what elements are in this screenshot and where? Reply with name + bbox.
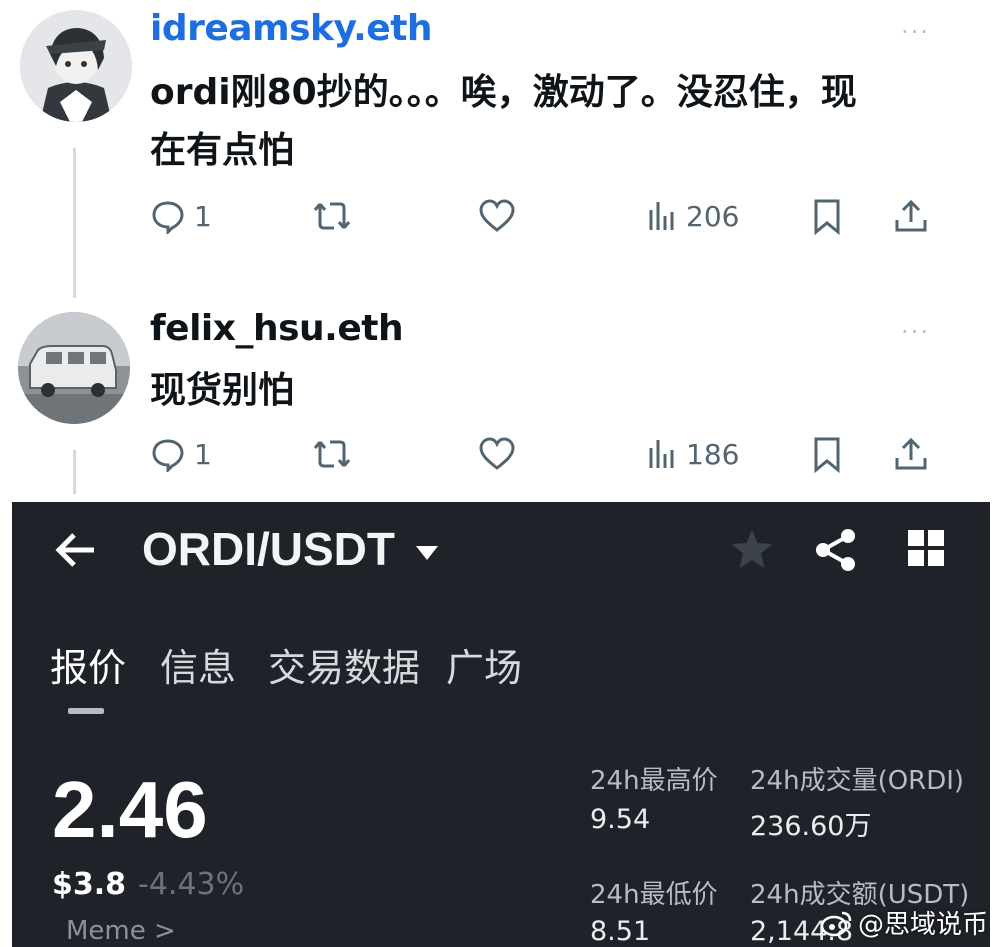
- caret-down-icon: [415, 545, 438, 560]
- vol-ordi-label: 24h成交量(ORDI): [750, 766, 965, 796]
- avatar[interactable]: [18, 312, 130, 424]
- tab-square[interactable]: 广场: [446, 637, 522, 692]
- active-tab-indicator: [68, 708, 104, 714]
- watermark-text: @思域说币: [857, 910, 988, 940]
- like-icon: [479, 437, 515, 470]
- views-icon: [649, 440, 674, 468]
- reply-button[interactable]: 1: [150, 198, 212, 234]
- reply-icon: [152, 201, 184, 234]
- retweet-button[interactable]: [312, 436, 352, 472]
- reply-button[interactable]: 1: [150, 436, 212, 472]
- views-button[interactable]: 186: [648, 436, 739, 472]
- retweet-icon: [313, 440, 351, 468]
- more-options-icon[interactable]: ···: [901, 18, 930, 46]
- retweet-icon: [313, 202, 351, 230]
- usd-price: $3.8: [52, 867, 127, 902]
- view-count: 206: [686, 199, 740, 233]
- tweet-text-line: ordi刚80抄的。。。唉，激动了。没忍住，现: [150, 72, 857, 113]
- username[interactable]: idreamsky.eth: [150, 8, 433, 49]
- reply-count: 1: [194, 437, 212, 471]
- tweet-text-line: 在有点怕: [150, 130, 295, 171]
- exchange-panel: ORDI/USDT 报价 信息 交易数据 广场 2.46 $3.8 -4.43%…: [12, 502, 990, 947]
- username[interactable]: felix_hsu.eth: [150, 308, 404, 349]
- like-button[interactable]: [478, 436, 516, 472]
- retweet-button[interactable]: [312, 198, 352, 234]
- price-change: -4.43%: [138, 867, 245, 902]
- share-icon[interactable]: [814, 528, 858, 572]
- last-price: 2.46: [52, 765, 208, 854]
- tweet-text: ordi刚80抄的。。。唉，激动了。没忍住，现 在有点怕: [150, 64, 857, 180]
- views-icon: [649, 202, 674, 230]
- tweet-actions: 1 186: [0, 436, 1000, 486]
- reply-count: 1: [194, 199, 212, 233]
- high-value: 9.54: [590, 804, 651, 835]
- low-label: 24h最低价: [590, 880, 718, 910]
- weibo-icon: [820, 911, 852, 936]
- pair-selector[interactable]: ORDI/USDT: [142, 522, 440, 576]
- views-button[interactable]: 206: [648, 198, 739, 234]
- tweet-actions: 1 206: [0, 198, 1000, 248]
- high-label: 24h最高价: [590, 766, 718, 796]
- tab-info[interactable]: 信息: [160, 637, 236, 692]
- bookmark-button[interactable]: [812, 198, 842, 236]
- bookmark-button[interactable]: [812, 436, 842, 474]
- low-value: 8.51: [590, 916, 651, 947]
- upload-icon: [895, 437, 927, 470]
- pair-title: ORDI/USDT: [142, 523, 395, 575]
- bookmark-icon: [814, 437, 840, 474]
- category-tag[interactable]: Meme >: [66, 916, 176, 946]
- avatar[interactable]: [20, 10, 132, 122]
- grid-icon[interactable]: [908, 530, 944, 566]
- view-count: 186: [686, 437, 740, 471]
- tweet-text: 现货别怕: [150, 362, 294, 420]
- tweet-1: idreamsky.eth ··· ordi刚80抄的。。。唉，激动了。没忍住，…: [0, 0, 1000, 298]
- tweet-2: felix_hsu.eth ··· 现货别怕 1 186: [0, 300, 1000, 500]
- like-icon: [479, 199, 515, 232]
- bookmark-icon: [814, 199, 840, 236]
- like-button[interactable]: [478, 198, 516, 234]
- back-arrow-icon[interactable]: [54, 530, 96, 570]
- vol-ordi-value: 236.60万: [750, 811, 872, 842]
- watermark: @思域说币: [820, 904, 988, 941]
- upload-icon: [895, 199, 927, 232]
- tab-quote[interactable]: 报价: [50, 637, 126, 692]
- tweet-text-line: 现货别怕: [150, 370, 295, 411]
- reply-icon: [152, 439, 184, 472]
- tab-trade-data[interactable]: 交易数据: [268, 637, 420, 692]
- star-icon[interactable]: [730, 528, 774, 570]
- share-button[interactable]: [894, 436, 928, 472]
- more-options-icon[interactable]: ···: [901, 318, 930, 346]
- share-button[interactable]: [894, 198, 928, 234]
